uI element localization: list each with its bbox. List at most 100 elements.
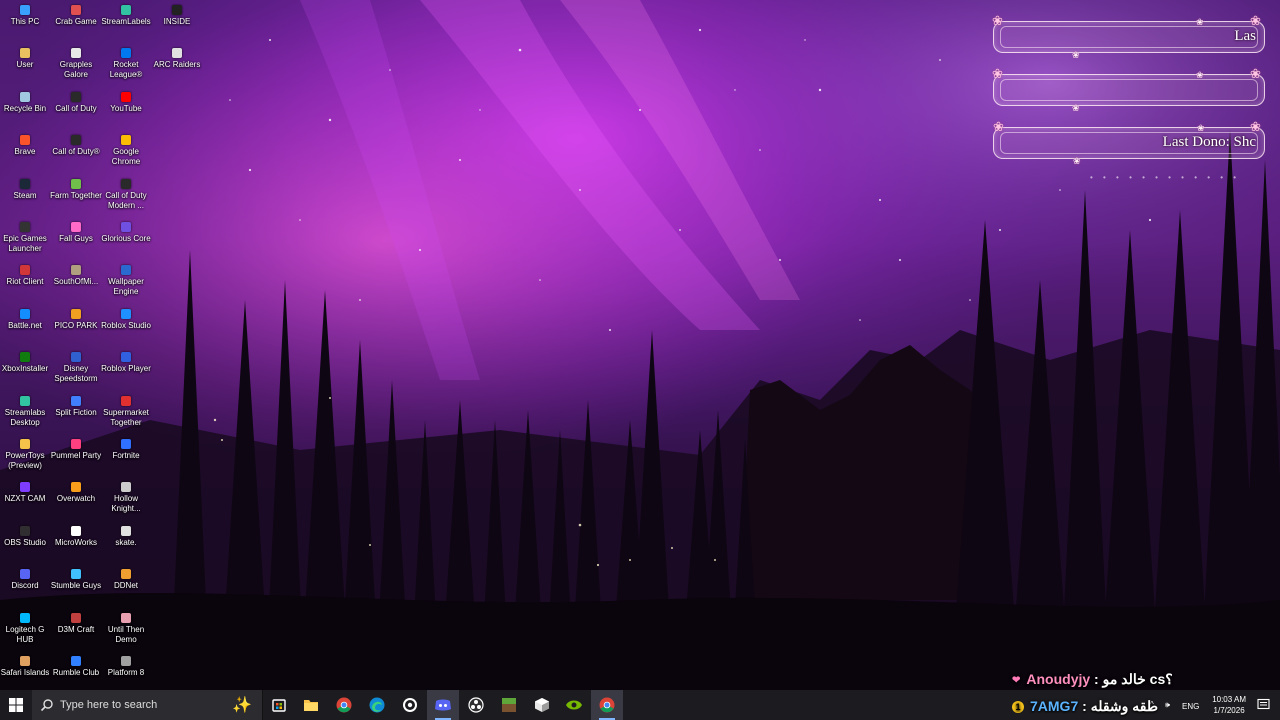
desktop-icon[interactable]: Glorious Core (101, 217, 151, 244)
task-view-icon[interactable] (263, 690, 295, 720)
app-icon (71, 569, 81, 580)
desktop-icon[interactable]: Steam (0, 174, 50, 201)
desktop-icon[interactable]: PowerToys (Preview) (0, 434, 50, 471)
overlay-banner-1-text: Las (1234, 28, 1256, 44)
desktop-icon[interactable]: YouTube (101, 87, 151, 114)
desktop-icon[interactable]: Supermarket Together (101, 391, 151, 428)
app-icon (20, 612, 30, 623)
start-button[interactable] (0, 690, 32, 720)
desktop-icon-label: Hollow Knight... (111, 494, 141, 514)
app-icon (121, 482, 131, 493)
desktop-icon[interactable]: Streamlabs Desktop (0, 391, 50, 428)
desktop-icon[interactable]: Brave (0, 130, 50, 157)
app-icon (20, 5, 30, 15)
chrome-icon[interactable] (328, 690, 360, 720)
desktop-icon[interactable]: Call of Duty (51, 87, 101, 114)
app-icon (71, 91, 81, 102)
desktop-icon[interactable]: Roblox Player (101, 347, 151, 374)
minecraft-icon[interactable] (493, 690, 525, 720)
desktop-icon[interactable]: Crab Game (51, 0, 101, 27)
obs-icon[interactable] (460, 690, 492, 720)
chrome-profile-icon[interactable] (591, 690, 623, 720)
input-language[interactable]: ENG (1182, 702, 1199, 711)
desktop-icon[interactable]: ARC Raiders (152, 43, 202, 70)
discord-icon[interactable] (427, 690, 459, 720)
sparkle-icon: ✨ (232, 697, 252, 714)
volume-icon[interactable]: 🕪 (1165, 700, 1170, 710)
desktop-icon[interactable]: Fall Guys (51, 217, 101, 244)
desktop-icon[interactable]: NZXT CAM (0, 477, 50, 504)
search-placeholder: Type here to search (60, 699, 158, 711)
desktop-icon-label: OBS Studio (4, 537, 46, 547)
desktop-icon[interactable]: XboxInstaller (0, 347, 50, 374)
desktop-icon[interactable]: Call of Duty® (51, 130, 101, 157)
app-icon (20, 569, 30, 580)
desktop-icon[interactable]: INSIDE (152, 0, 202, 27)
desktop-icon[interactable]: Split Fiction (51, 391, 101, 418)
desktop-icon[interactable]: Roblox Studio (101, 304, 151, 331)
app-icon (121, 5, 131, 15)
chat-separator: : (1090, 671, 1103, 687)
cube-app-icon[interactable] (526, 690, 558, 720)
desktop-icon[interactable]: Rumble Club (51, 651, 101, 678)
desktop-icon[interactable]: Disney Speedstorm (51, 347, 101, 384)
file-explorer-icon[interactable] (295, 690, 327, 720)
desktop-icon[interactable]: Hollow Knight... (101, 477, 151, 514)
desktop-icon-label: Battle.net (8, 320, 42, 330)
desktop-icon[interactable]: User (0, 43, 50, 70)
desktop-icon-label: Pummel Party (50, 451, 102, 460)
chat-username: 7AMG7 (1030, 698, 1079, 714)
desktop-icon[interactable]: SouthOfMi... (51, 260, 101, 287)
desktop-icon[interactable]: This PC (0, 0, 50, 27)
desktop-icon[interactable]: OBS Studio (0, 521, 50, 548)
chat-message-1: ❤ Anoudyjy : خالد مو cs؟ (1012, 671, 1173, 688)
app-icon (20, 656, 30, 666)
desktop-icon[interactable]: Pummel Party (51, 434, 101, 461)
app-icon (71, 222, 81, 232)
desktop-icon[interactable]: Epic Games Launcher (0, 217, 50, 254)
notification-center-icon[interactable] (1257, 698, 1270, 716)
desktop-icon[interactable]: Discord (0, 564, 50, 591)
nvidia-icon[interactable] (558, 690, 590, 720)
desktop-icon[interactable]: MicroWorks (51, 521, 101, 548)
desktop-icon[interactable]: Farm Together (50, 174, 102, 201)
desktop-icon[interactable]: Grapples Galore (51, 43, 101, 80)
desktop-icon[interactable]: Stumble Guys (51, 564, 101, 591)
desktop-icon[interactable]: PICO PARK (51, 304, 101, 331)
desktop-icon[interactable]: Overwatch (51, 477, 101, 504)
desktop-icon[interactable]: Until Then Demo (101, 608, 151, 645)
app-icon (20, 265, 30, 276)
steam-icon[interactable] (394, 690, 426, 720)
app-icon (20, 48, 30, 59)
desktop-icon[interactable]: StreamLabels (101, 0, 151, 27)
desktop-icon[interactable]: Riot Client (0, 260, 50, 287)
desktop-icon[interactable]: Safari Islands (0, 651, 50, 678)
edge-icon[interactable] (361, 690, 393, 720)
desktop-icon[interactable]: Battle.net (0, 304, 50, 331)
app-icon (121, 569, 131, 580)
desktop-icon[interactable]: skate. (101, 521, 151, 548)
desktop-icon[interactable]: Fortnite (101, 434, 151, 461)
system-clock[interactable]: 10:03 AM 1/7/2026 (1212, 694, 1246, 716)
flower-icon: ❀ (1250, 119, 1261, 134)
flower-icon: ❀ (992, 66, 1003, 81)
desktop-icon[interactable]: Logitech G HUB (0, 608, 50, 645)
desktop-icon[interactable]: Recycle Bin (0, 87, 50, 114)
overlay-banner-3: Last Dono: Shc (993, 127, 1265, 159)
desktop-icon[interactable]: Platform 8 (101, 651, 151, 678)
flower-icon: ❀ (1072, 103, 1080, 113)
desktop-icon[interactable]: Call of Duty Modern ... (101, 174, 151, 211)
app-icon (121, 178, 131, 189)
desktop-icon[interactable]: Wallpaper Engine (101, 260, 151, 297)
desktop-icon-label: DDNet (113, 581, 138, 591)
flower-icon: ❀ (1072, 50, 1080, 60)
desktop-icon[interactable]: D3M Craft (51, 608, 101, 635)
taskbar-search-box[interactable]: Type here to search ✨ (32, 690, 263, 720)
desktop-icon-label: Overwatch (56, 494, 96, 504)
desktop-icon[interactable]: Google Chrome (101, 130, 151, 167)
desktop-icon-label: XboxInstaller (1, 364, 49, 374)
desktop-icon-label: skate. (115, 537, 137, 547)
desktop-icon[interactable]: Rocket League® (101, 43, 151, 80)
desktop-icon[interactable]: DDNet (101, 564, 151, 591)
app-icon (71, 395, 81, 406)
